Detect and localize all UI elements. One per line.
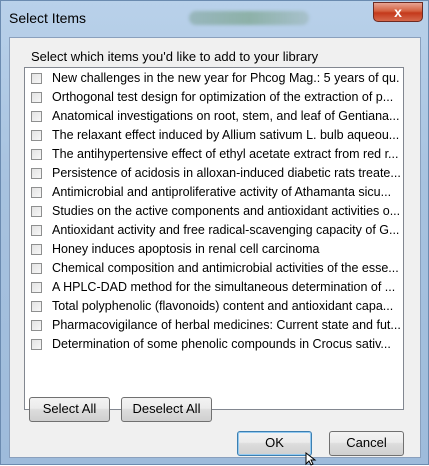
list-item[interactable]: Honey induces apoptosis in renal cell ca… (25, 241, 403, 260)
dialog-prompt: Select which items you'd like to add to … (31, 49, 319, 64)
item-label: Anatomical investigations on root, stem,… (52, 109, 400, 123)
list-item[interactable]: Antimicrobial and antiproliferative acti… (25, 184, 403, 203)
item-checkbox[interactable] (31, 168, 42, 179)
item-checkbox[interactable] (31, 92, 42, 103)
item-checkbox[interactable] (31, 225, 42, 236)
item-label: Studies on the active components and ant… (52, 204, 400, 218)
list-item[interactable]: New challenges in the new year for Phcog… (25, 70, 403, 89)
item-label: Persistence of acidosis in alloxan-induc… (52, 166, 400, 180)
list-item[interactable]: Orthogonal test design for optimization … (25, 89, 403, 108)
list-item[interactable]: A HPLC-DAD method for the simultaneous d… (25, 279, 403, 298)
item-checkbox[interactable] (31, 149, 42, 160)
mouse-cursor-icon (305, 452, 317, 466)
list-item[interactable]: Chemical composition and antimicrobial a… (25, 260, 403, 279)
item-checkbox[interactable] (31, 206, 42, 217)
list-item[interactable]: Persistence of acidosis in alloxan-induc… (25, 165, 403, 184)
list-item[interactable]: Antioxidant activity and free radical-sc… (25, 222, 403, 241)
cancel-button[interactable]: Cancel (329, 431, 404, 456)
deselect-all-button[interactable]: Deselect All (121, 397, 212, 422)
item-label: Pharmacovigilance of herbal medicines: C… (52, 318, 400, 332)
item-checkbox[interactable] (31, 320, 42, 331)
select-all-button[interactable]: Select All (29, 397, 110, 422)
list-item[interactable]: The relaxant effect induced by Allium sa… (25, 127, 403, 146)
item-label: The relaxant effect induced by Allium sa… (52, 128, 400, 142)
list-item[interactable]: The antihypertensive effect of ethyl ace… (25, 146, 403, 165)
item-checkbox[interactable] (31, 187, 42, 198)
ok-button[interactable]: OK (237, 431, 312, 456)
list-item[interactable]: Pharmacovigilance of herbal medicines: C… (25, 317, 403, 336)
item-label: New challenges in the new year for Phcog… (52, 71, 400, 85)
item-checkbox[interactable] (31, 263, 42, 274)
item-checkbox[interactable] (31, 130, 42, 141)
items-list[interactable]: New challenges in the new year for Phcog… (24, 67, 404, 410)
item-label: Chemical composition and antimicrobial a… (52, 261, 399, 275)
list-item[interactable]: Anatomical investigations on root, stem,… (25, 108, 403, 127)
blurred-title-graphic (189, 11, 309, 25)
list-item[interactable]: Determination of some phenolic compounds… (25, 336, 403, 355)
list-item[interactable]: Total polyphenolic (flavonoids) content … (25, 298, 403, 317)
item-label: A HPLC-DAD method for the simultaneous d… (52, 280, 396, 294)
list-item[interactable]: Studies on the active components and ant… (25, 203, 403, 222)
item-checkbox[interactable] (31, 111, 42, 122)
item-label: Honey induces apoptosis in renal cell ca… (52, 242, 320, 256)
item-label: Orthogonal test design for optimization … (52, 90, 394, 104)
item-checkbox[interactable] (31, 73, 42, 84)
window-title: Select Items (9, 10, 87, 26)
close-button[interactable]: x (373, 2, 423, 22)
item-checkbox[interactable] (31, 339, 42, 350)
item-label: Determination of some phenolic compounds… (52, 337, 391, 351)
dialog-body: Select which items you'd like to add to … (9, 37, 421, 458)
item-checkbox[interactable] (31, 244, 42, 255)
item-checkbox[interactable] (31, 301, 42, 312)
item-label: The antihypertensive effect of ethyl ace… (52, 147, 399, 161)
item-checkbox[interactable] (31, 282, 42, 293)
title-bar[interactable]: Select Items x (1, 1, 428, 37)
item-label: Total polyphenolic (flavonoids) content … (52, 299, 394, 313)
select-items-dialog: Select Items x Select which items you'd … (0, 0, 429, 466)
item-label: Antioxidant activity and free radical-sc… (52, 223, 400, 237)
item-label: Antimicrobial and antiproliferative acti… (52, 185, 392, 199)
